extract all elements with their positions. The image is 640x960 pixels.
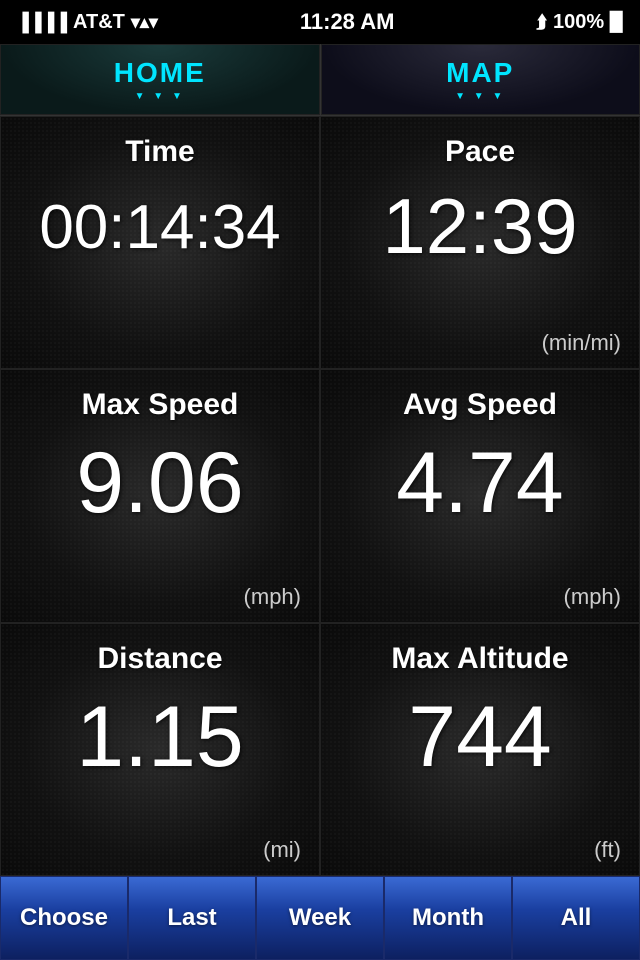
metric-distance-value: 1.15 bbox=[76, 694, 243, 780]
choose-button[interactable]: Choose bbox=[0, 876, 128, 960]
status-bar: ▐▐▐▐ AT&T ▾▴▾ 11:28 AM ⮭ 100% ▉ bbox=[0, 0, 640, 44]
nav-tabs: HOME ▼ ▼ ▼ MAP ▼ ▼ ▼ bbox=[0, 44, 640, 116]
all-button[interactable]: All bbox=[512, 876, 640, 960]
metric-avg-speed-unit: (mph) bbox=[564, 584, 621, 610]
tab-home-dots: ▼ ▼ ▼ bbox=[135, 91, 185, 102]
metric-max-speed: Max Speed 9.06 (mph) bbox=[0, 369, 320, 622]
metric-time: Time 00:14:34 bbox=[0, 116, 320, 369]
metric-max-altitude-title: Max Altitude bbox=[391, 642, 568, 676]
wifi-icon: ▾▴▾ bbox=[131, 12, 158, 33]
metric-pace-title: Pace bbox=[445, 135, 515, 169]
metric-max-speed-value: 9.06 bbox=[76, 440, 243, 526]
battery-label: 100% bbox=[553, 11, 604, 34]
metric-time-value: 00:14:34 bbox=[39, 197, 280, 259]
metric-max-altitude-value: 744 bbox=[408, 694, 552, 780]
month-button[interactable]: Month bbox=[384, 876, 512, 960]
metric-avg-speed-title: Avg Speed bbox=[403, 388, 557, 422]
metric-distance-title: Distance bbox=[97, 642, 222, 676]
metric-avg-speed: Avg Speed 4.74 (mph) bbox=[320, 369, 640, 622]
tab-home[interactable]: HOME ▼ ▼ ▼ bbox=[0, 44, 320, 115]
carrier-label: AT&T bbox=[73, 11, 125, 34]
status-right: ⮭ 100% ▉ bbox=[536, 11, 624, 34]
week-button[interactable]: Week bbox=[256, 876, 384, 960]
last-button[interactable]: Last bbox=[128, 876, 256, 960]
metric-max-speed-title: Max Speed bbox=[82, 388, 239, 422]
metrics-grid: Time 00:14:34 Pace 12:39 (min/mi) Max Sp… bbox=[0, 116, 640, 876]
status-left: ▐▐▐▐ AT&T ▾▴▾ bbox=[16, 11, 158, 34]
tab-home-label: HOME bbox=[114, 57, 206, 89]
time-display: 11:28 AM bbox=[300, 9, 395, 35]
bottom-toolbar: Choose Last Week Month All bbox=[0, 876, 640, 960]
location-icon: ⮭ bbox=[536, 12, 547, 33]
metric-time-title: Time bbox=[125, 135, 194, 169]
metric-max-speed-unit: (mph) bbox=[244, 584, 301, 610]
metric-pace-unit: (min/mi) bbox=[542, 330, 621, 356]
metric-avg-speed-value: 4.74 bbox=[396, 440, 563, 526]
metric-max-altitude-unit: (ft) bbox=[594, 837, 621, 863]
tab-map-label: MAP bbox=[446, 57, 514, 89]
metric-distance-unit: (mi) bbox=[263, 837, 301, 863]
metric-pace-value: 12:39 bbox=[382, 187, 577, 265]
tab-map[interactable]: MAP ▼ ▼ ▼ bbox=[321, 44, 640, 115]
battery-icon: ▉ bbox=[610, 12, 624, 33]
tab-map-dots: ▼ ▼ ▼ bbox=[455, 91, 505, 102]
signal-icon: ▐▐▐▐ bbox=[16, 12, 67, 33]
metric-max-altitude: Max Altitude 744 (ft) bbox=[320, 623, 640, 876]
metric-pace: Pace 12:39 (min/mi) bbox=[320, 116, 640, 369]
metric-distance: Distance 1.15 (mi) bbox=[0, 623, 320, 876]
